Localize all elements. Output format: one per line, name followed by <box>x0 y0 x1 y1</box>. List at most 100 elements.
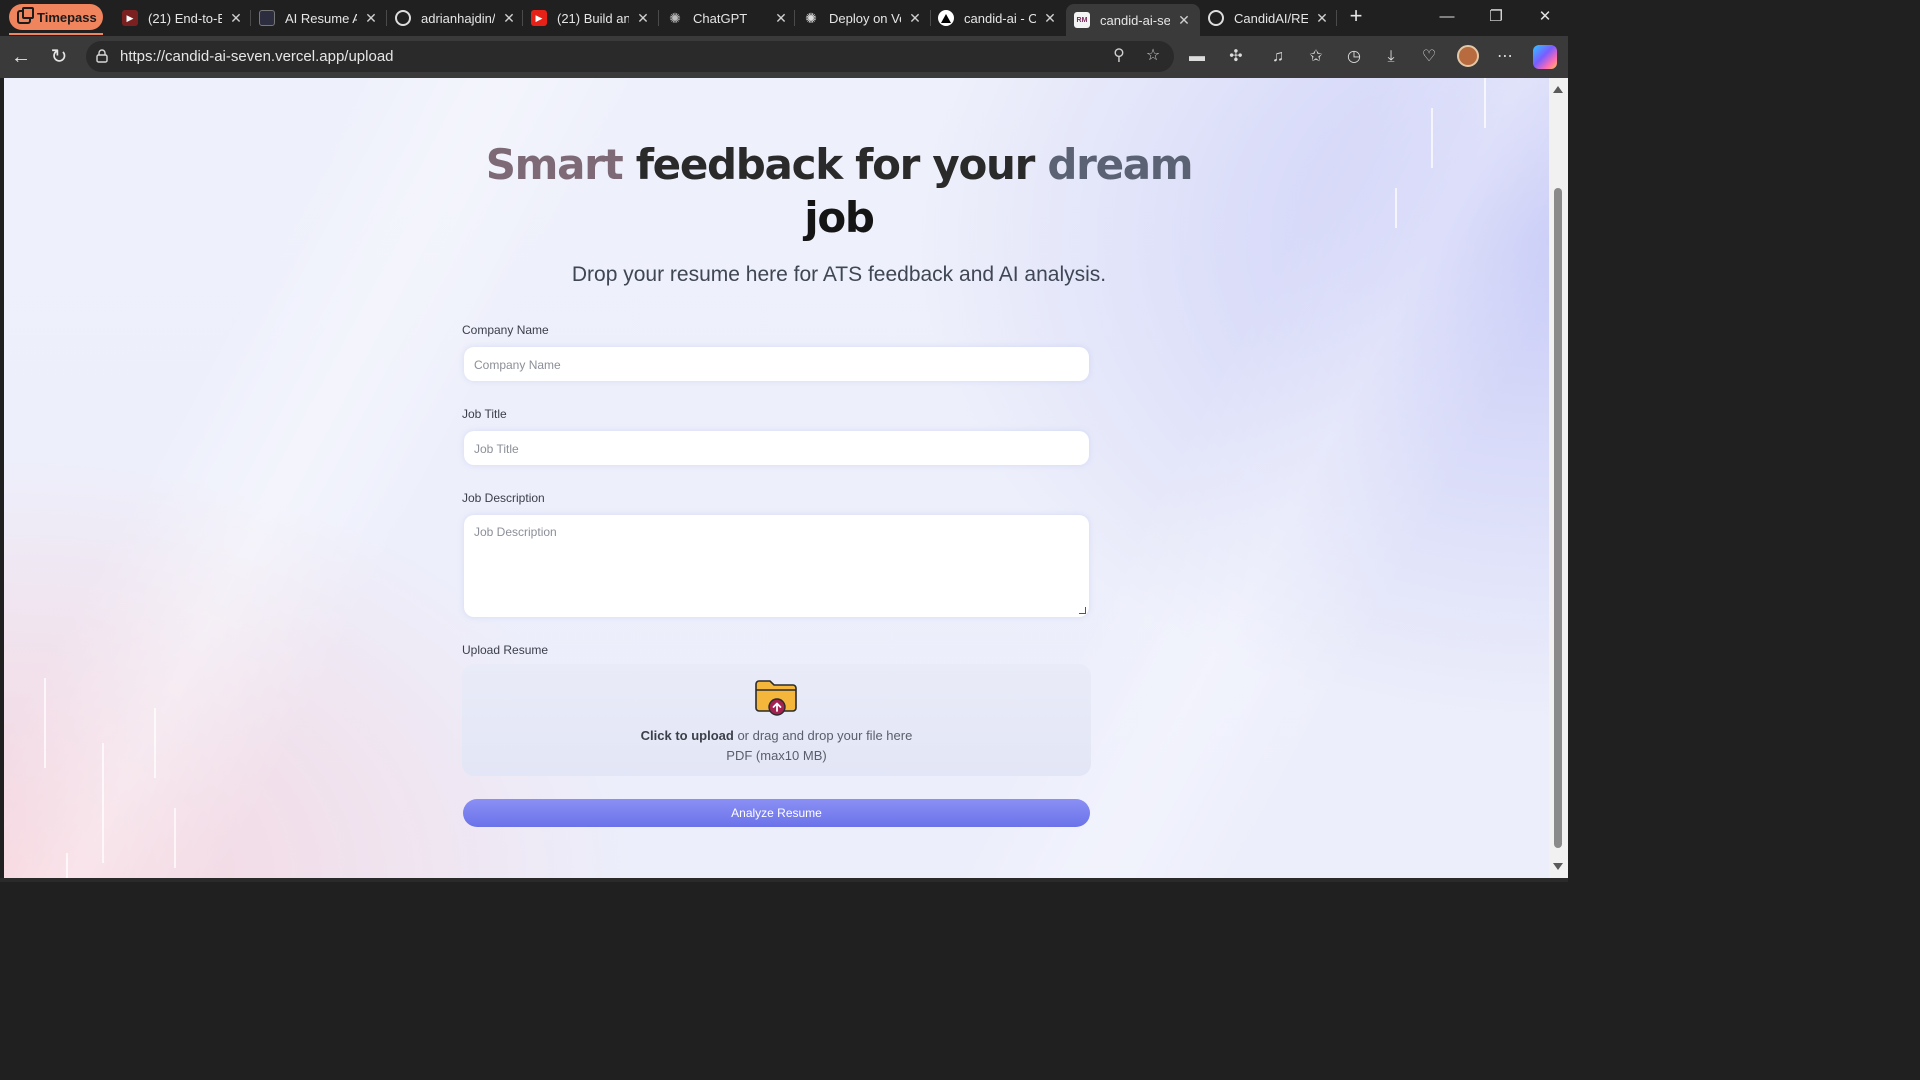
youtube-icon: ▶ <box>122 10 138 26</box>
browser-tab[interactable]: AI Resume Analyzer ✕ <box>259 4 379 32</box>
browser-tab-active[interactable]: RM candid-ai-seven ✕ <box>1066 4 1200 36</box>
lock-icon[interactable] <box>96 49 108 63</box>
favorites-icon[interactable]: ✩ <box>1305 46 1327 68</box>
close-window-icon[interactable]: ✕ <box>1535 6 1555 28</box>
browser-tab[interactable]: adrianhajdin/ai-resume-analyzer ✕ <box>395 4 517 32</box>
restore-icon[interactable]: ❐ <box>1486 6 1506 28</box>
close-tab-icon[interactable]: ✕ <box>907 10 923 27</box>
close-tab-icon[interactable]: ✕ <box>1314 10 1330 27</box>
copilot-icon[interactable] <box>1533 45 1557 69</box>
extensions-icon[interactable]: ✣ <box>1225 46 1247 68</box>
new-tab-button[interactable]: + <box>1345 4 1367 30</box>
upload-resume-label: Upload Resume <box>462 643 549 657</box>
analyze-resume-button[interactable]: Analyze Resume <box>463 799 1090 827</box>
address-bar[interactable]: https://candid-ai-seven.vercel.app/uploa… <box>86 41 1174 72</box>
company-name-placeholder: Company Name <box>474 358 561 372</box>
page-scrollbar[interactable] <box>1549 78 1568 878</box>
page-subtitle: Drop your resume here for ATS feedback a… <box>571 263 1107 286</box>
background-rain-line <box>1395 188 1397 228</box>
title-part-middle: feedback for your <box>635 140 1048 189</box>
tab-divider <box>658 10 659 26</box>
vercel-icon <box>938 10 954 26</box>
browser-tab[interactable]: ✺ Deploy on Vercel ✕ <box>803 4 923 32</box>
background-rain-line <box>174 808 176 868</box>
window-bottom-edge <box>0 878 1568 882</box>
browser-tab[interactable]: ▶ (21) Build and Deploy ✕ <box>531 4 651 32</box>
more-menu-icon[interactable]: ⋯ <box>1494 46 1516 68</box>
title-part-dream: dream <box>1047 140 1193 189</box>
close-tab-icon[interactable]: ✕ <box>501 10 517 27</box>
tab-strip: Timepass ▶ (21) End-to-End ✕ AI Resume A… <box>0 0 1568 36</box>
tab-title: Deploy on Vercel <box>829 10 901 26</box>
tab-divider <box>930 10 931 26</box>
browser-tab[interactable]: ✺ ChatGPT ✕ <box>667 4 789 32</box>
browser-tab[interactable]: CandidAI/README.md ✕ <box>1208 4 1330 32</box>
minimize-icon[interactable]: — <box>1437 6 1457 28</box>
folder-upload-icon <box>755 680 797 716</box>
resume-dropzone[interactable]: Click to upload or drag and drop your fi… <box>462 664 1091 776</box>
page-title: Smart feedback for your dream job <box>444 138 1234 244</box>
resumind-icon: RM <box>1074 12 1090 28</box>
title-part-smart: Smart <box>485 140 636 189</box>
background-rain-line <box>102 743 104 863</box>
background-rain-line <box>44 678 46 768</box>
read-aloud-icon[interactable]: ♫ <box>1267 46 1289 68</box>
scroll-down-icon[interactable] <box>1553 863 1563 870</box>
github-icon <box>395 10 411 26</box>
resize-handle-icon[interactable] <box>1079 607 1086 614</box>
url-text[interactable]: https://candid-ai-seven.vercel.app/uploa… <box>120 48 394 65</box>
tab-divider <box>794 10 795 26</box>
close-tab-icon[interactable]: ✕ <box>635 10 651 27</box>
click-to-upload-text[interactable]: Click to upload <box>641 728 734 743</box>
reload-icon[interactable]: ↻ <box>46 44 72 70</box>
close-tab-icon[interactable]: ✕ <box>363 10 379 27</box>
profile-avatar[interactable] <box>1457 45 1479 67</box>
title-part-job: job <box>804 193 875 242</box>
tab-group-label: Timepass <box>37 9 97 25</box>
background-rain-line <box>1431 108 1433 168</box>
youtube-icon: ▶ <box>531 10 547 26</box>
job-description-textarea[interactable]: Job Description <box>464 515 1089 617</box>
chatgpt-icon: ✺ <box>669 9 681 26</box>
tab-divider <box>522 10 523 26</box>
upload-instruction: Click to upload or drag and drop your fi… <box>462 728 1091 743</box>
favorite-star-icon[interactable]: ☆ <box>1143 46 1163 66</box>
zoom-icon[interactable]: ⚲ <box>1109 46 1129 66</box>
close-tab-icon[interactable]: ✕ <box>228 10 244 27</box>
company-name-input[interactable]: Company Name <box>464 347 1089 381</box>
job-description-placeholder: Job Description <box>474 525 557 539</box>
close-tab-icon[interactable]: ✕ <box>1176 12 1192 29</box>
job-title-label: Job Title <box>462 407 507 421</box>
scrollbar-thumb[interactable] <box>1554 188 1562 848</box>
sidebar-toggle-icon[interactable]: ▬ <box>1186 46 1208 68</box>
tab-title: (21) Build and Deploy <box>557 10 629 26</box>
tab-group-underline <box>9 33 103 35</box>
chatgpt-icon: ✺ <box>805 9 817 26</box>
close-tab-icon[interactable]: ✕ <box>773 10 789 27</box>
job-title-input[interactable]: Job Title <box>464 431 1089 465</box>
tab-divider <box>250 10 251 26</box>
tab-title: candid-ai - Overview <box>964 10 1036 26</box>
tab-divider <box>1336 10 1337 26</box>
drag-drop-text: or drag and drop your file here <box>733 728 913 743</box>
browser-tab[interactable]: candid-ai - Overview ✕ <box>938 4 1058 32</box>
tab-divider <box>386 10 387 26</box>
page-viewport: Smart feedback for your dream job Drop y… <box>4 78 1549 878</box>
tab-title: (21) End-to-End <box>148 10 222 26</box>
browser-tab[interactable]: ▶ (21) End-to-End ✕ <box>122 4 244 32</box>
back-icon[interactable]: ← <box>8 44 34 70</box>
scroll-up-icon[interactable] <box>1553 86 1563 93</box>
company-name-label: Company Name <box>462 323 549 337</box>
downloads-icon[interactable]: ⤓ <box>1380 46 1402 68</box>
tab-group-chip[interactable]: Timepass <box>9 4 103 30</box>
github-icon <box>1208 10 1224 26</box>
upload-file-hint: PDF (max10 MB) <box>726 748 827 763</box>
tab-group-icon <box>17 7 34 24</box>
close-tab-icon[interactable]: ✕ <box>1042 10 1058 27</box>
background-rain-line <box>154 708 156 778</box>
background-rain-line <box>66 853 68 878</box>
history-icon[interactable]: ◷ <box>1343 46 1365 68</box>
tab-title: AI Resume Analyzer <box>285 10 357 26</box>
tab-title: adrianhajdin/ai-resume-analyzer <box>421 10 495 26</box>
browser-essentials-icon[interactable]: ♡ <box>1418 46 1440 68</box>
